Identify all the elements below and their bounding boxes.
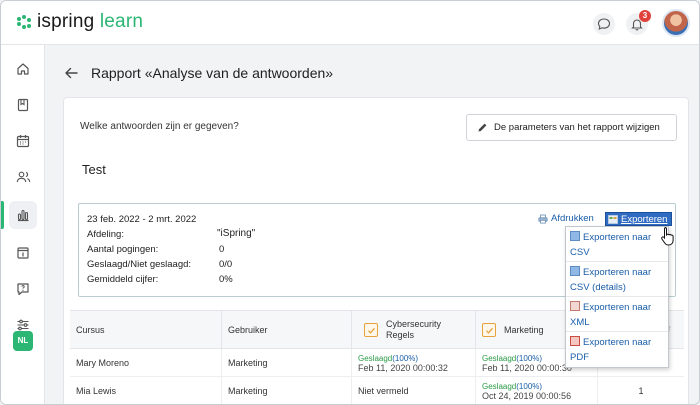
column-header-cybersecurity[interactable]: Cybersecurity Regels <box>352 311 476 349</box>
sidebar-item-help[interactable] <box>9 275 37 303</box>
notification-badge: 3 <box>639 10 651 22</box>
export-xml-label: Exporteren naar XML <box>570 302 652 328</box>
info-icon <box>17 247 29 259</box>
quiz-icon <box>364 323 378 337</box>
export-csv-item[interactable]: Exporteren naar CSV <box>566 227 668 262</box>
users-icon <box>16 171 30 183</box>
printer-icon <box>538 214 548 224</box>
sidebar-item-home[interactable] <box>9 55 37 83</box>
sidebar-item-users[interactable] <box>9 163 37 191</box>
cell-course: Mary Moreno <box>70 349 222 377</box>
back-arrow-icon[interactable] <box>63 65 79 81</box>
test-title: Test <box>82 162 106 177</box>
cell-marketing: Geslaagd(100%) Oct 24, 2019 00:00:56 <box>476 377 598 404</box>
logo-word-2: learn <box>99 11 144 32</box>
home-icon <box>17 63 29 75</box>
export-icon <box>608 214 618 224</box>
export-csv-label: Exporteren naar CSV <box>570 232 652 258</box>
xml-file-icon <box>570 301 580 311</box>
cell-cybersecurity: Niet vermeld <box>352 377 476 404</box>
sidebar-item-info[interactable] <box>9 239 37 267</box>
change-parameters-button[interactable]: De parameters van het rapport wijzigen <box>466 114 677 141</box>
sidebar: NL <box>1 45 45 404</box>
quiz-icon <box>482 323 496 337</box>
chat-icon <box>597 18 611 30</box>
export-label: Exporteren <box>621 213 668 225</box>
export-csv-details-label: Exporteren naar CSV (details) <box>570 267 652 293</box>
csv-file-icon <box>570 266 580 276</box>
export-csv-details-item[interactable]: Exporteren naar CSV (details) <box>566 262 668 297</box>
sidebar-item-reports[interactable] <box>9 201 37 229</box>
status-passed: Geslaagd <box>482 353 517 363</box>
info-value-attempts: 0 <box>219 244 225 255</box>
column-header-cybersecurity-label: Cybersecurity Regels <box>386 319 442 340</box>
reports-icon <box>17 209 29 222</box>
cell-course: Mia Lewis <box>70 377 222 404</box>
settings-icon <box>17 319 29 331</box>
cell-cybersecurity: Geslaagd(100%) Feb 11, 2020 00:00:32 <box>352 349 476 377</box>
top-bar: ispring learn 3 <box>1 1 699 45</box>
export-pdf-label: Exporteren naar PDF <box>570 337 652 363</box>
export-pdf-item[interactable]: Exporteren naar PDF <box>566 332 668 367</box>
logo-word-1: ispring <box>37 11 95 32</box>
column-header-course[interactable]: Cursus <box>70 311 222 349</box>
print-button[interactable]: Afdrukken <box>538 213 594 224</box>
status-passed: Geslaagd <box>358 353 393 363</box>
info-label-passed-failed: Geslaagd/Niet geslaagd: <box>87 259 192 270</box>
sidebar-item-calendar[interactable] <box>9 127 37 155</box>
help-icon <box>17 283 29 296</box>
chat-button[interactable] <box>593 13 615 35</box>
export-xml-item[interactable]: Exporteren naar XML <box>566 297 668 332</box>
cell-extra: 1 <box>638 386 644 396</box>
column-header-user[interactable]: Gebruiker <box>222 311 352 349</box>
sidebar-active-indicator <box>1 201 4 229</box>
score-percent: (100%) <box>516 381 543 391</box>
info-label-department: Afdeling: <box>87 229 124 240</box>
info-value-passed-failed: 0/0 <box>219 259 233 270</box>
cell-user: Marketing <box>222 377 352 404</box>
info-label-average-score: Gemiddeld cijfer: <box>87 274 159 285</box>
calendar-icon <box>16 135 30 148</box>
avatar[interactable] <box>662 9 690 37</box>
question-text: Welke antwoorden zijn er gegeven? <box>80 121 239 132</box>
column-header-marketing-label: Marketing <box>504 325 544 335</box>
page-title: Rapport «Analyse van de antwoorden» <box>91 65 334 81</box>
export-menu: Exporteren naar CSV Exporteren naar CSV … <box>565 226 669 368</box>
change-parameters-label: De parameters van het rapport wijzigen <box>494 122 660 133</box>
info-value-department: "iSpring" <box>217 228 256 239</box>
date-range: 23 feb. 2022 - 2 mrt. 2022 <box>87 214 197 225</box>
app-window: ispring learn 3 NL Rapport «Analyse van … <box>0 0 700 405</box>
attempt-date: Oct 24, 2019 00:00:56 <box>482 390 572 401</box>
sidebar-item-learning[interactable] <box>9 91 37 119</box>
pencil-icon <box>478 123 487 132</box>
hand-cursor-icon <box>661 227 674 246</box>
book-icon <box>17 98 29 112</box>
status-passed: Geslaagd <box>482 381 517 391</box>
logo-icon <box>17 15 31 29</box>
pdf-file-icon <box>570 336 580 346</box>
cell-user: Marketing <box>222 349 352 377</box>
logo[interactable]: ispring learn <box>17 11 143 33</box>
info-value-average-score: 0% <box>219 274 233 285</box>
print-label: Afdrukken <box>551 213 594 224</box>
logo-text: ispring learn <box>37 11 143 33</box>
table-row[interactable]: Mia Lewis Marketing Niet vermeld Geslaag… <box>70 377 684 404</box>
export-button[interactable]: Exporteren <box>605 212 673 226</box>
language-button[interactable]: NL <box>13 331 33 351</box>
info-label-attempts: Aantal pogingen: <box>87 244 159 255</box>
score-percent: (100%) <box>516 353 543 363</box>
csv-file-icon <box>570 231 580 241</box>
score-percent: (100%) <box>392 353 419 363</box>
attempt-date: Feb 11, 2020 00:00:32 <box>358 362 448 373</box>
